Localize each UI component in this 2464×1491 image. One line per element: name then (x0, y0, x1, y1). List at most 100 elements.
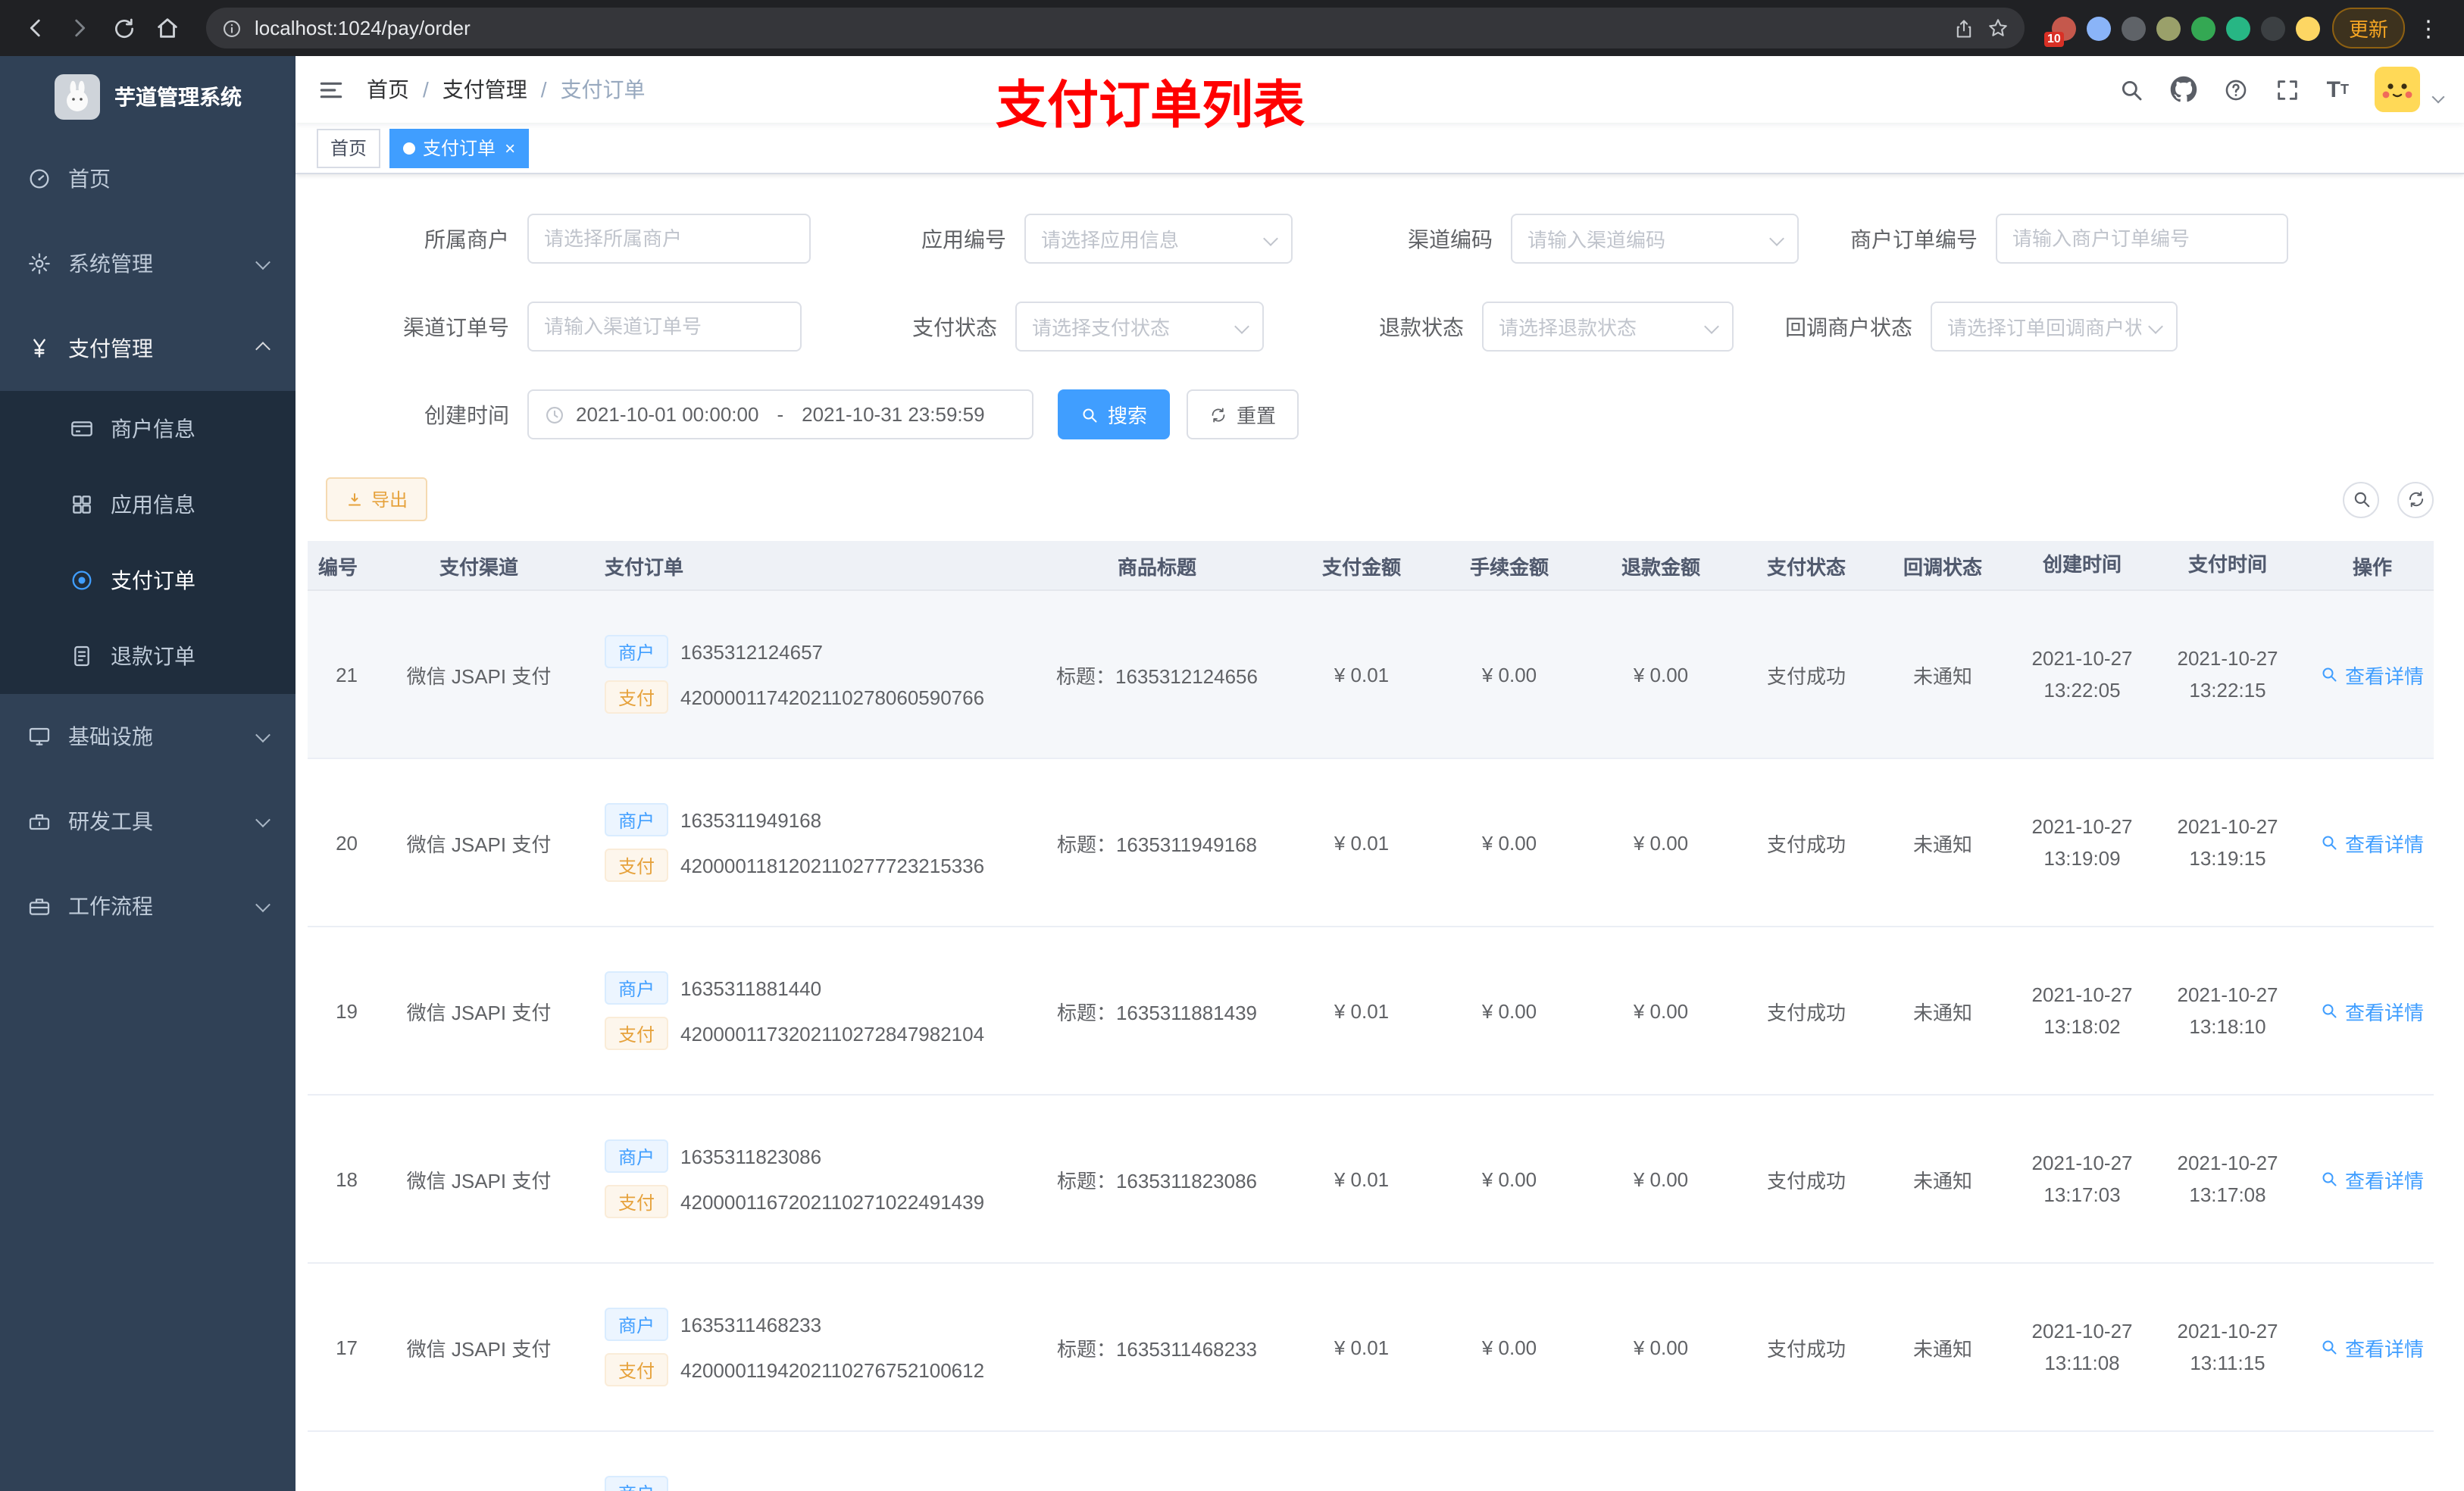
channel-code-filter-select[interactable]: 请输入渠道编码 (1511, 214, 1799, 264)
briefcase-icon (27, 894, 52, 918)
channel-order-filter-field[interactable] (544, 315, 785, 338)
notify-status-filter-select[interactable]: 请选择订单回调商户状态 (1931, 302, 2178, 352)
app-logo: 芋道管理系统 (0, 56, 295, 136)
extension-icon[interactable] (2295, 16, 2320, 40)
app-filter-select[interactable]: 请选择应用信息 (1024, 214, 1293, 264)
sidebar-item-merchant-info[interactable]: 商户信息 (0, 391, 295, 467)
view-detail-link[interactable]: 查看详情 (2321, 996, 2424, 1025)
clock-icon (544, 404, 565, 425)
sidebar-item-pay-order[interactable]: 支付订单 (0, 542, 295, 618)
search-icon[interactable] (2119, 77, 2145, 102)
sidebar-item-devtools[interactable]: 研发工具 (0, 779, 295, 864)
create-time-range-picker[interactable]: 2021-10-01 00:00:00 - 2021-10-31 23:59:5… (527, 389, 1033, 439)
extension-icon[interactable]: 10 (2043, 16, 2076, 46)
toggle-search-button[interactable] (2343, 481, 2379, 517)
breadcrumb-home[interactable]: 首页 (367, 74, 409, 105)
view-detail-link[interactable]: 查看详情 (2321, 828, 2424, 857)
channel-order-filter-input[interactable] (527, 302, 802, 352)
sidebar-item-home[interactable]: 首页 (0, 136, 295, 221)
font-size-icon[interactable]: TT (2327, 78, 2349, 101)
browser-home-button[interactable] (147, 8, 188, 48)
pay-amount-cell: ¥ 0.01 (1334, 999, 1390, 1022)
tab-home[interactable]: 首页 (317, 128, 381, 167)
card-icon (70, 417, 94, 441)
github-icon[interactable] (2171, 76, 2198, 103)
pay-order-no: 4200001181202110277723215336 (680, 854, 985, 877)
sidebar-item-payment[interactable]: 支付管理 (0, 306, 295, 391)
merchant-filter-input[interactable] (527, 214, 811, 264)
extension-icon[interactable] (2156, 16, 2181, 40)
browser-update-button[interactable]: 更新 (2331, 8, 2405, 48)
column-header-create-time: 创建时间 (2042, 553, 2122, 577)
pay-status-cell: 支付成功 (1766, 1001, 1846, 1024)
notify-status-cell: 未通知 (1912, 1001, 1972, 1024)
pay-order-no: 4200001174202110278060590766 (680, 686, 985, 708)
extension-icon[interactable] (2260, 16, 2285, 40)
merchant-order-no: 1635311468233 (680, 1313, 822, 1336)
sidebar-item-workflow[interactable]: 工作流程 (0, 864, 295, 949)
create-time-cell: 2021-10-27 13:17:03 (2031, 1151, 2133, 1206)
avatar-dropdown-caret[interactable] (2431, 90, 2445, 104)
browser-menu-button[interactable]: ⋮ (2408, 14, 2449, 42)
extension-icon[interactable] (2225, 16, 2250, 40)
tab-pay-order[interactable]: 支付订单 × (389, 128, 530, 167)
extension-icon[interactable] (2190, 16, 2215, 40)
sidebar-item-system[interactable]: 系统管理 (0, 221, 295, 306)
reset-button[interactable]: 重置 (1187, 389, 1299, 439)
chevron-down-icon (255, 896, 270, 912)
merchant-tag: 商户 (605, 635, 669, 668)
view-detail-link[interactable]: 查看详情 (2321, 1333, 2424, 1361)
browser-back-button[interactable] (15, 8, 56, 48)
column-header-id: 编号 (317, 555, 358, 578)
column-header-pay-order: 支付订单 (605, 555, 684, 578)
extension-icon[interactable] (2121, 16, 2146, 40)
tab-close-icon[interactable]: × (505, 139, 515, 157)
browser-forward-button[interactable] (59, 8, 100, 48)
column-header-action: 操作 (2352, 555, 2392, 578)
search-button[interactable]: 搜索 (1058, 389, 1171, 439)
view-detail-link[interactable]: 查看详情 (2321, 1164, 2424, 1193)
sidebar-item-app-info[interactable]: 应用信息 (0, 467, 295, 542)
url-text[interactable]: localhost:1024/pay/order (255, 17, 1941, 39)
merchant-order-filter-input[interactable] (1996, 214, 2288, 264)
extension-icon[interactable] (2086, 16, 2111, 40)
toolbar-right (2343, 481, 2434, 517)
merchant-order-no: 1635311949168 (680, 808, 822, 831)
site-info-icon[interactable] (221, 17, 242, 39)
sidebar-item-refund-order[interactable]: 退款订单 (0, 618, 295, 694)
refund-amount-cell: ¥ 0.00 (1633, 1336, 1689, 1358)
date-range-start: 2021-10-01 00:00:00 (576, 403, 759, 426)
target-icon (70, 568, 94, 592)
chevron-down-icon (1234, 319, 1249, 334)
notify-status-filter-label: 回调商户状态 (1785, 314, 1912, 339)
refund-status-filter-select[interactable]: 请选择退款状态 (1482, 302, 1734, 352)
pay-order-cell: 商户 1635312124657 支付 42000011742021102780… (593, 635, 1024, 714)
pay-status-filter-select[interactable]: 请选择支付状态 (1015, 302, 1264, 352)
pay-order-cell: 商户 支付 (593, 1476, 1024, 1491)
sidebar-item-infra[interactable]: 基础设施 (0, 694, 295, 779)
browser-reload-button[interactable] (103, 8, 144, 48)
breadcrumb: 首页 / 支付管理 / 支付订单 (367, 74, 646, 105)
address-bar[interactable]: localhost:1024/pay/order (206, 8, 2025, 48)
merchant-order-filter-field[interactable] (2012, 227, 2272, 250)
column-header-title: 商品标题 (1117, 555, 1196, 578)
merchant-filter-field[interactable] (544, 227, 794, 250)
merchant-order-no: 1635312124657 (680, 640, 824, 663)
share-icon[interactable] (1953, 17, 1975, 39)
avatar[interactable] (2375, 67, 2420, 112)
breadcrumb-payment[interactable]: 支付管理 (442, 74, 527, 105)
pay-channel-cell: 微信 JSAPI 支付 (406, 1337, 552, 1360)
logo-image (54, 73, 99, 119)
table-row: 18 微信 JSAPI 支付 商户 1635311823086 支付 42000… (308, 1096, 2434, 1264)
magnifier-icon (2321, 1170, 2339, 1188)
refresh-table-button[interactable] (2397, 481, 2434, 517)
view-detail-link[interactable]: 查看详情 (2321, 660, 2424, 689)
bookmark-star-icon[interactable] (1987, 17, 2009, 39)
export-button[interactable]: 导出 (326, 477, 428, 521)
table-header-row: 编号 支付渠道 支付订单 商品标题 支付金额 手续金额 退款金额 支付状态 回调… (308, 541, 2434, 591)
help-icon[interactable] (2224, 77, 2250, 102)
fullscreen-icon[interactable] (2275, 77, 2301, 102)
hamburger-icon[interactable] (317, 75, 346, 104)
app-title: 芋道管理系统 (114, 84, 242, 108)
pay-status-cell: 支付成功 (1766, 1337, 1846, 1360)
